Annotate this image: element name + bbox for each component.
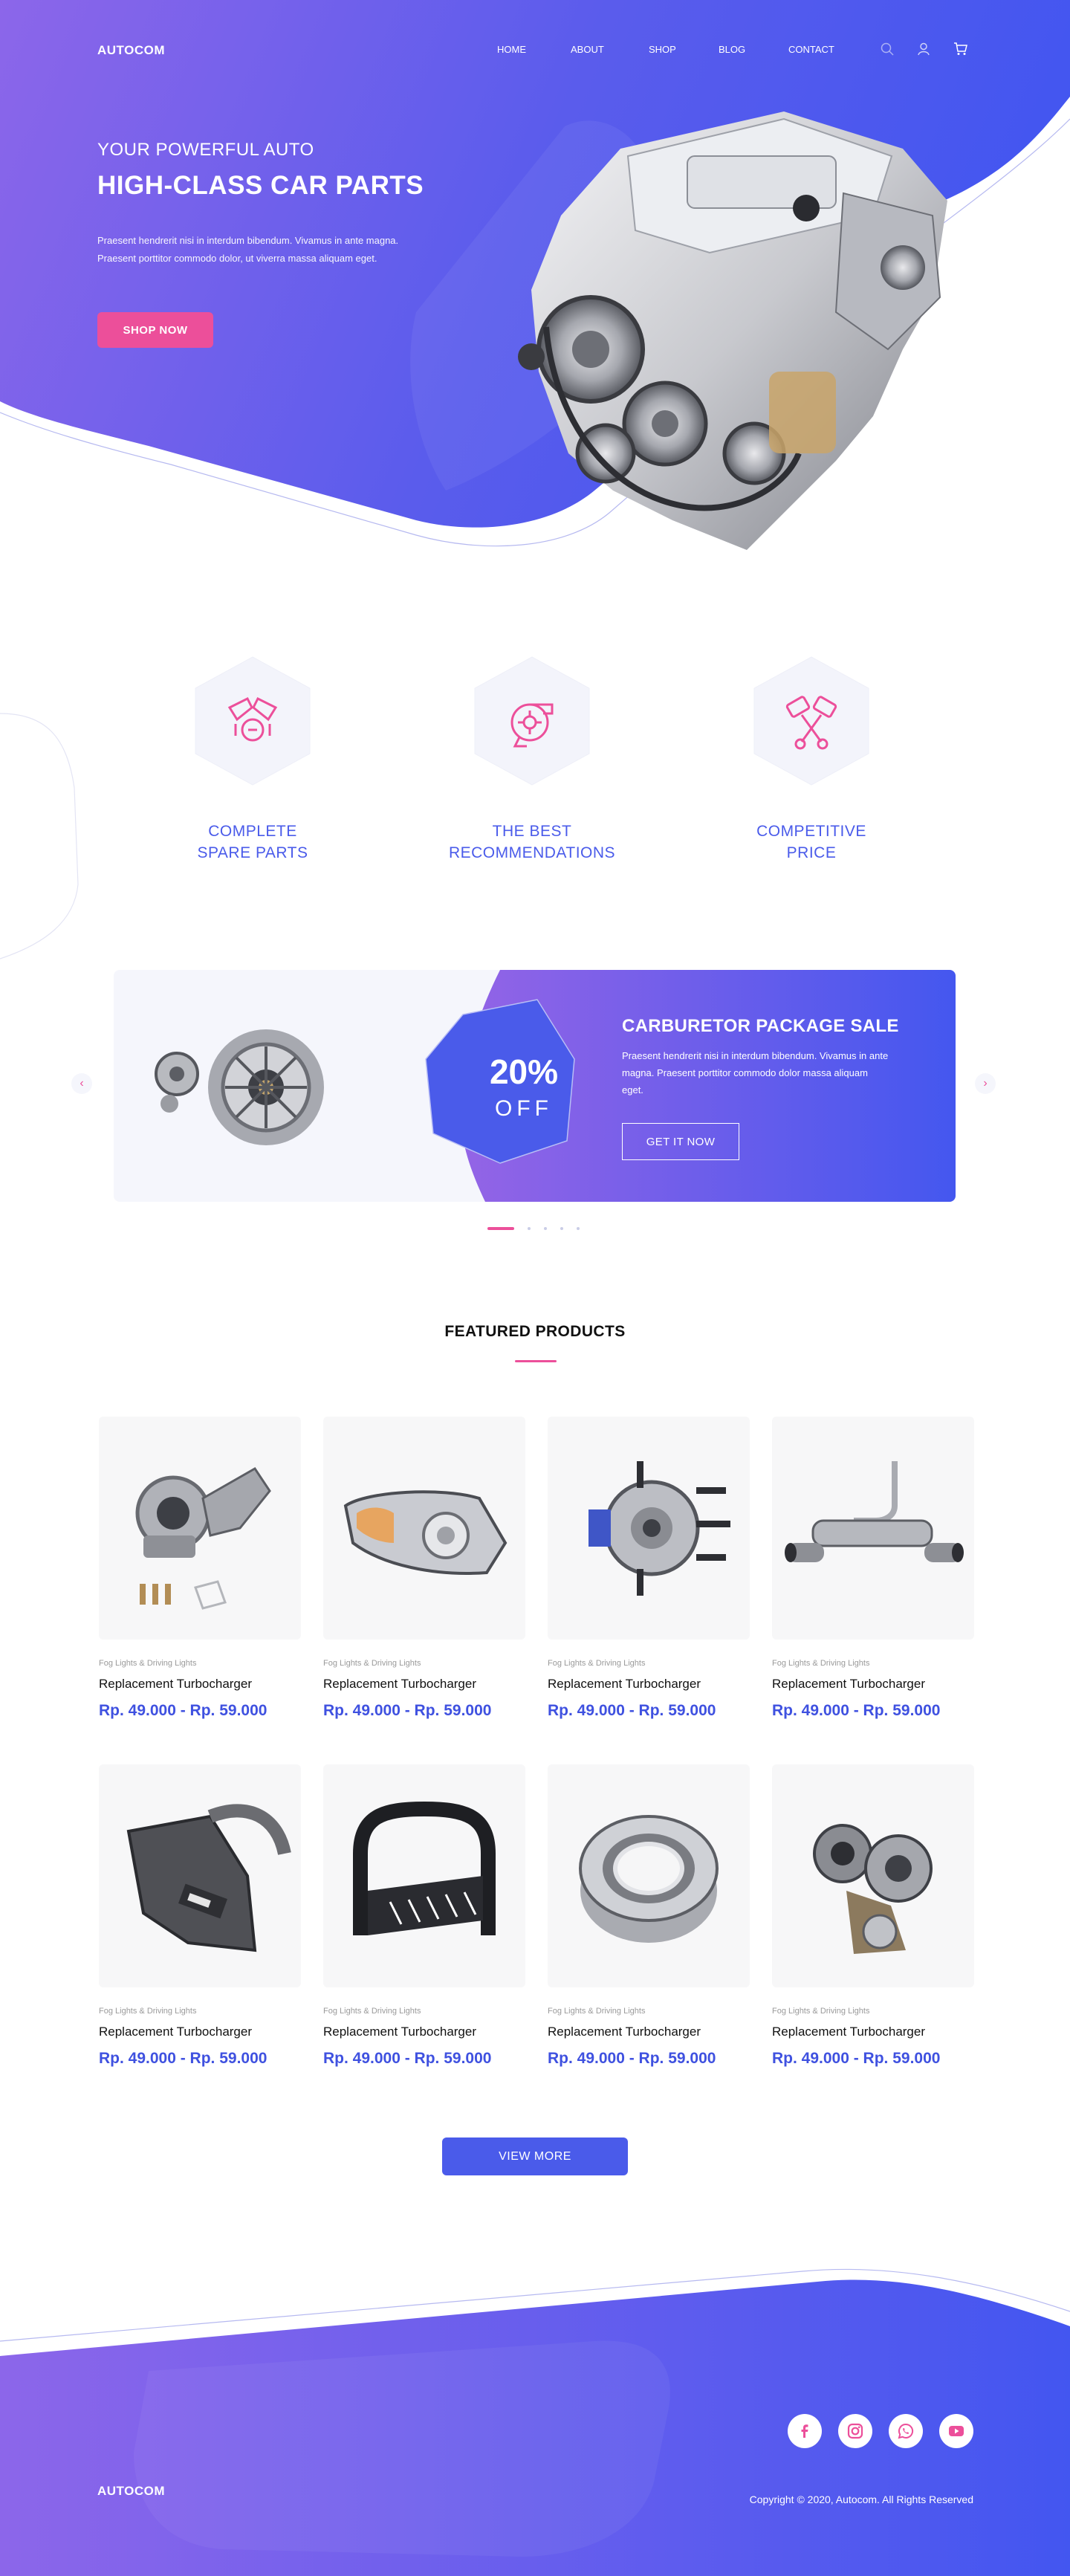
nav-contact[interactable]: CONTACT [788,44,834,55]
hero-subtitle: YOUR POWERFUL AUTO [97,140,314,160]
carousel-dot-5[interactable] [577,1227,580,1230]
hero-section: AUTOCOM HOME ABOUT SHOP BLOG CONTACT YOU… [0,0,1070,580]
product-price: Rp. 49.000 - Rp. 59.000 [99,2050,268,2067]
feature-label: THE BEST RECOMMENDATIONS [421,821,643,864]
promo-banner: 20% OFF CARBURETOR PACKAGE SALE Praesent… [114,970,956,1202]
product-name[interactable]: Replacement Turbocharger [99,1677,301,1692]
product-category: Fog Lights & Driving Lights [99,1659,197,1668]
product-card[interactable]: Fog Lights & Driving Lights Replacement … [323,1417,525,1720]
feature-complete-spare-parts: COMPLETE SPARE PARTS [141,654,364,864]
youtube-icon[interactable] [939,2414,973,2448]
product-card[interactable]: Fog Lights & Driving Lights Replacement … [548,1764,750,2068]
product-price: Rp. 49.000 - Rp. 59.000 [772,2050,941,2067]
feature-label-line2: RECOMMENDATIONS [448,844,616,861]
product-name[interactable]: Replacement Turbocharger [323,1677,525,1692]
features-section: COMPLETE SPARE PARTS THE BEST RECOMMENDA… [0,639,1070,959]
brand-logo[interactable]: AUTOCOM [97,43,165,58]
product-card[interactable]: Fog Lights & Driving Lights Replacement … [772,1417,974,1720]
product-image-air-intake[interactable] [99,1764,301,1987]
decor-shape-left [0,713,79,959]
product-image-turbo-2[interactable] [772,1764,974,1987]
product-category: Fog Lights & Driving Lights [323,2007,421,2016]
feature-label-line1: THE BEST [492,823,572,840]
carousel-dots [487,1227,580,1230]
carousel-dot-1[interactable] [487,1227,514,1230]
product-name[interactable]: Replacement Turbocharger [548,1677,750,1692]
featured-products-title: FEATURED PRODUCTS [444,1323,626,1340]
feature-hexagon [753,656,869,786]
alternator-image [155,1029,324,1145]
product-image-bull-bar[interactable] [323,1764,525,1987]
engine-image [518,111,947,550]
product-name[interactable]: Replacement Turbocharger [548,2025,750,2039]
nav-blog[interactable]: BLOG [719,44,745,55]
product-card[interactable]: Fog Lights & Driving Lights Replacement … [323,1764,525,2068]
product-name[interactable]: Replacement Turbocharger [772,1677,974,1692]
promo-off-label: OFF [495,1096,553,1121]
product-category: Fog Lights & Driving Lights [548,1659,646,1668]
product-image-headlight[interactable] [323,1417,525,1640]
product-name[interactable]: Replacement Turbocharger [99,2025,301,2039]
carousel-dot-3[interactable] [544,1227,547,1230]
social-links [788,2414,973,2448]
product-image-bearing[interactable] [548,1764,750,1987]
title-underline [515,1360,557,1362]
feature-competitive-price: COMPETITIVE PRICE [700,654,923,864]
carousel-dot-2[interactable] [528,1227,531,1230]
product-price: Rp. 49.000 - Rp. 59.000 [548,1702,716,1719]
product-category: Fog Lights & Driving Lights [772,2007,870,2016]
hero-description: Praesent hendrerit nisi in interdum bibe… [97,235,399,264]
product-price: Rp. 49.000 - Rp. 59.000 [323,1702,492,1719]
footer-logo[interactable]: AUTOCOM [97,2484,165,2499]
copyright-text: Copyright © 2020, Autocom. All Rights Re… [749,2494,973,2505]
feature-hexagon [474,656,590,786]
product-category: Fog Lights & Driving Lights [772,1659,870,1668]
carousel-dot-4[interactable] [560,1227,563,1230]
product-price: Rp. 49.000 - Rp. 59.000 [99,1702,268,1719]
feature-label-line1: COMPLETE [208,823,297,840]
product-name[interactable]: Replacement Turbocharger [323,2025,525,2039]
carousel-prev-button[interactable]: ‹ [71,1073,92,1094]
feature-label-line2: PRICE [786,844,837,861]
feature-label-line1: COMPETITIVE [756,823,866,840]
product-price: Rp. 49.000 - Rp. 59.000 [323,2050,492,2067]
feature-best-recommendations: THE BEST RECOMMENDATIONS [421,654,643,864]
product-category: Fog Lights & Driving Lights [548,2007,646,2016]
whatsapp-icon[interactable] [889,2414,923,2448]
promo-title: CARBURETOR PACKAGE SALE [622,1016,899,1036]
promo-discount: 20% [489,1052,559,1091]
product-price: Rp. 49.000 - Rp. 59.000 [772,1702,941,1719]
feature-label-line2: SPARE PARTS [197,844,308,861]
get-it-now-button[interactable]: GET IT NOW [622,1123,739,1160]
facebook-icon[interactable] [788,2414,822,2448]
nav-shop[interactable]: SHOP [649,44,676,55]
product-image-turbocharger[interactable] [99,1417,301,1640]
shop-now-button[interactable]: SHOP NOW [97,312,213,348]
nav-about[interactable]: ABOUT [571,44,604,55]
search-icon[interactable] [881,42,894,59]
product-card[interactable]: Fog Lights & Driving Lights Replacement … [99,1417,301,1720]
user-icon[interactable] [917,42,930,59]
carousel-next-button[interactable]: › [975,1073,996,1094]
feature-hexagon [195,656,311,786]
product-image-exhaust[interactable] [772,1417,974,1640]
feature-label: COMPLETE SPARE PARTS [141,821,364,864]
product-card[interactable]: Fog Lights & Driving Lights Replacement … [548,1417,750,1720]
product-category: Fog Lights & Driving Lights [323,1659,421,1668]
product-category: Fog Lights & Driving Lights [99,2007,197,2016]
product-card[interactable]: Fog Lights & Driving Lights Replacement … [99,1764,301,2068]
product-price: Rp. 49.000 - Rp. 59.000 [548,2050,716,2067]
product-name[interactable]: Replacement Turbocharger [772,2025,974,2039]
instagram-icon[interactable] [838,2414,872,2448]
hero-title: HIGH-CLASS CAR PARTS [97,171,424,200]
feature-label: COMPETITIVE PRICE [700,821,923,864]
promo-description: Praesent hendrerit nisi in interdum bibe… [622,1050,889,1096]
product-image-wheel-hub[interactable] [548,1417,750,1640]
product-card[interactable]: Fog Lights & Driving Lights Replacement … [772,1764,974,2068]
cart-icon[interactable] [953,42,968,59]
view-more-button[interactable]: VIEW MORE [442,2138,628,2175]
nav-home[interactable]: HOME [497,44,526,55]
